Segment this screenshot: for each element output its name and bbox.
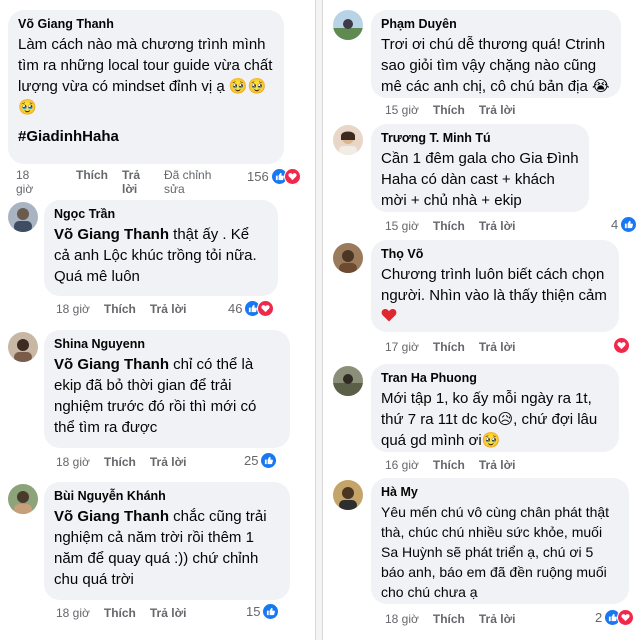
edited-label: Đã chỉnh sửa: [164, 168, 212, 196]
comment-bubble: Võ Giang Thanh Làm cách nào mà chương tr…: [8, 10, 284, 164]
comment-author[interactable]: Ngọc Trần: [54, 207, 268, 221]
avatar[interactable]: [333, 480, 363, 510]
like-action[interactable]: Thích: [433, 340, 465, 354]
like-action[interactable]: Thích: [433, 612, 465, 626]
mention-link[interactable]: Võ Giang Thanh: [54, 508, 169, 525]
reaction-count: 25: [244, 453, 259, 468]
reply-action[interactable]: Trả lời: [122, 168, 150, 196]
comment-bubble: Tran Ha Phuong Mới tập 1, ko ấy mỗi ngày…: [371, 364, 619, 452]
comment-time[interactable]: 16 giờ: [385, 458, 419, 472]
like-action[interactable]: Thích: [76, 168, 108, 182]
reply-action[interactable]: Trả lời: [150, 302, 187, 316]
reaction-summary[interactable]: 15: [246, 603, 280, 620]
comment-meta: 15 giờ Thích Trả lời: [385, 219, 529, 233]
left-comment-panel: Võ Giang Thanh Làm cách nào mà chương tr…: [0, 0, 316, 640]
comment-author[interactable]: Hà My: [381, 485, 619, 499]
comment-meta: 18 giờ Thích Trả lời: [56, 455, 200, 469]
like-action[interactable]: Thích: [433, 103, 465, 117]
avatar[interactable]: [333, 125, 363, 155]
love-reaction-icon: [283, 168, 301, 185]
like-reaction-icon: [260, 452, 278, 469]
like-action[interactable]: Thích: [433, 458, 465, 472]
comment-bubble: Bùi Nguyễn Khánh Võ Giang Thanh chắc cũn…: [44, 482, 290, 600]
comment-text: Võ Giang Thanh chắc cũng trải nghiệm cả …: [54, 508, 267, 588]
comment-bubble: Phạm Duyên Trơi ơi chú dễ thương quá! Ct…: [371, 10, 621, 98]
reaction-count: 156: [247, 169, 269, 184]
comment-bubble: Thọ Võ Chương trình luôn biết cách chọn …: [371, 240, 619, 332]
like-action[interactable]: Thích: [433, 219, 465, 233]
reply-action[interactable]: Trả lời: [479, 458, 516, 472]
mention-link[interactable]: Võ Giang Thanh: [54, 226, 169, 243]
comment-meta: 18 giờ Thích Trả lời: [56, 606, 200, 620]
comment-meta: 18 giờ Thích Trả lời: [385, 612, 529, 626]
comment-time[interactable]: 18 giờ: [385, 612, 419, 626]
comment-author[interactable]: Shina Nguyenn: [54, 337, 280, 351]
reaction-summary[interactable]: 156: [247, 168, 301, 185]
comment-time[interactable]: 18 giờ: [56, 302, 90, 316]
comment-time[interactable]: 18 giờ: [56, 606, 90, 620]
reaction-count: 2: [595, 610, 603, 625]
comment-meta: 17 giờ Thích Trả lời: [385, 340, 529, 354]
reaction-summary[interactable]: 25: [244, 452, 278, 469]
comment-time[interactable]: 15 giờ: [385, 219, 419, 233]
avatar[interactable]: [333, 243, 363, 273]
comment-author[interactable]: Bùi Nguyễn Khánh: [54, 489, 280, 503]
reaction-summary[interactable]: 4: [611, 216, 638, 233]
reply-action[interactable]: Trả lời: [479, 340, 516, 354]
comment-meta: 16 giờ Thích Trả lời: [385, 458, 529, 472]
reply-action[interactable]: Trả lời: [150, 455, 187, 469]
comment-text: Võ Giang Thanh chỉ có thể là ekip đã bỏ …: [54, 356, 257, 436]
right-comment-panel: Phạm Duyên Trơi ơi chú dễ thương quá! Ct…: [322, 0, 640, 640]
like-reaction-icon: [620, 216, 638, 233]
mention-link[interactable]: Võ Giang Thanh: [54, 356, 169, 373]
love-reaction-icon: [617, 609, 635, 626]
comment-text: Yêu mến chú vô cùng chân phát thật thà, …: [381, 504, 610, 600]
comment-time[interactable]: 18 giờ: [16, 168, 44, 196]
comment-author[interactable]: Phạm Duyên: [381, 17, 611, 31]
reply-action[interactable]: Trả lời: [479, 612, 516, 626]
comment-time[interactable]: 15 giờ: [385, 103, 419, 117]
reaction-summary[interactable]: 46: [228, 300, 275, 317]
comment-text: Chương trình luôn biết cách chọn người. …: [381, 266, 607, 304]
reaction-count: 46: [228, 301, 243, 316]
comment-time[interactable]: 17 giờ: [385, 340, 419, 354]
comment-bubble: Shina Nguyenn Võ Giang Thanh chỉ có thể …: [44, 330, 290, 448]
reply-action[interactable]: Trả lời: [479, 103, 516, 117]
avatar[interactable]: [8, 484, 38, 514]
hashtag-link[interactable]: #GiadinhHaha: [18, 126, 274, 147]
comment-text: Làm cách nào mà chương trình mình tìm ra…: [18, 36, 273, 116]
comment-time[interactable]: 18 giờ: [56, 455, 90, 469]
comment-bubble: Hà My Yêu mến chú vô cùng chân phát thật…: [371, 478, 629, 604]
like-action[interactable]: Thích: [104, 455, 136, 469]
like-action[interactable]: Thích: [104, 302, 136, 316]
comment-author[interactable]: Trương T. Minh Tú: [381, 131, 579, 145]
comment-author[interactable]: Thọ Võ: [381, 247, 609, 261]
avatar[interactable]: [8, 202, 38, 232]
comment-text: Võ Giang Thanh thật ấy . Kể cả anh Lộc k…: [54, 226, 257, 285]
reply-action[interactable]: Trả lời: [150, 606, 187, 620]
comment-meta: 18 giờ Thích Trả lời Đã chỉnh sửa: [16, 168, 234, 196]
comment-author[interactable]: Võ Giang Thanh: [18, 17, 274, 31]
love-reaction-icon: [613, 337, 630, 354]
red-heart-emoji-icon: [381, 308, 397, 322]
comment-meta: 18 giờ Thích Trả lời: [56, 302, 200, 316]
comment-bubble: Trương T. Minh Tú Cần 1 đêm gala cho Gia…: [371, 124, 589, 212]
reply-action[interactable]: Trả lời: [479, 219, 516, 233]
like-action[interactable]: Thích: [104, 606, 136, 620]
love-reaction-icon: [257, 300, 275, 317]
reaction-summary[interactable]: [613, 337, 630, 354]
reaction-summary[interactable]: 2: [595, 609, 635, 626]
comment-text: Trơi ơi chú dễ thương quá! Ctrinh sao gi…: [381, 36, 610, 95]
comment-text: Cần 1 đêm gala cho Gia Đình Haha có dàn …: [381, 150, 579, 209]
comment-text: Mới tập 1, ko ấy mỗi ngày ra 1t, thứ 7 r…: [381, 390, 598, 449]
reaction-count: 15: [246, 604, 261, 619]
avatar[interactable]: [333, 10, 363, 40]
like-reaction-icon: [262, 603, 280, 620]
avatar[interactable]: [8, 332, 38, 362]
comment-author[interactable]: Tran Ha Phuong: [381, 371, 609, 385]
comment-meta: 15 giờ Thích Trả lời: [385, 103, 529, 117]
comment-bubble: Ngọc Trần Võ Giang Thanh thật ấy . Kể cả…: [44, 200, 278, 296]
avatar[interactable]: [333, 366, 363, 396]
reaction-count: 4: [611, 217, 619, 232]
